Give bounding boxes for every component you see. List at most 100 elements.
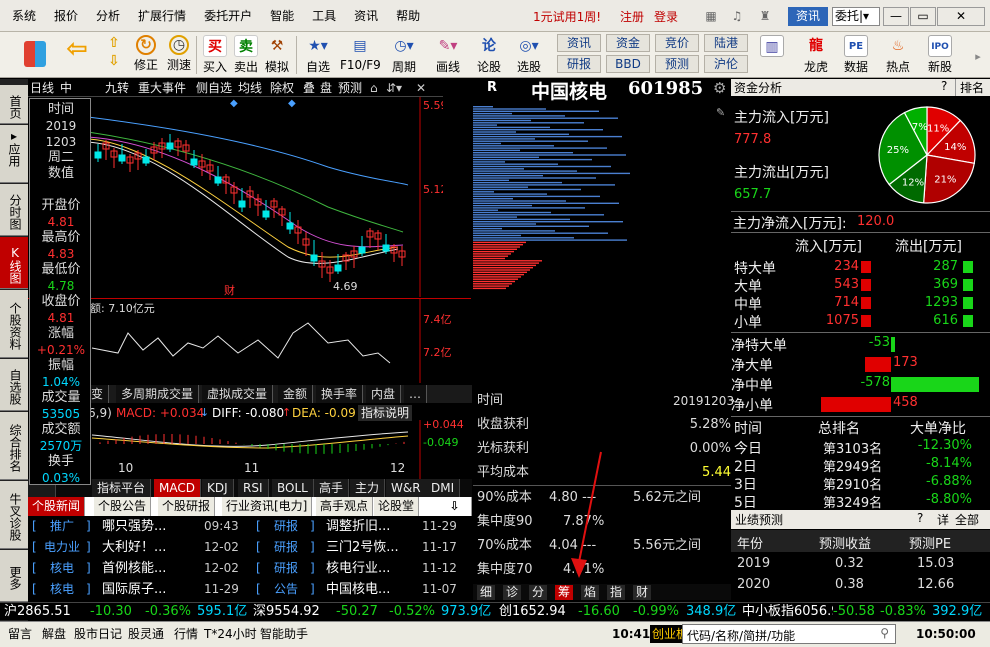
news-item[interactable]: [核电] 首例核能... 12-02 [28,558,248,579]
grid-icon[interactable]: ▦ [702,8,720,24]
data-button[interactable]: PE 数据 [838,32,874,78]
mode-medium-button[interactable]: 中 [60,80,72,96]
predict-button[interactable]: 预测 [338,80,362,96]
assistant-button[interactable]: 智能助手 [260,625,308,643]
chip-tab-diagnose[interactable]: 诊 [503,585,522,600]
vol-tab-virtual[interactable]: 虚拟成交量 [202,385,274,403]
layout-button[interactable] [18,32,52,78]
chip-tab-chips[interactable]: 筹 [555,585,574,600]
news-item[interactable]: [研报] 调整折旧... 11-29 [252,516,472,537]
download-icon[interactable]: ⇩ [438,497,472,516]
simulate-button[interactable]: ⚒ 模拟 [262,32,292,78]
tab-stock-info[interactable]: 个股资料 [0,290,28,358]
chip-tab-index[interactable]: 指 [607,585,626,600]
analysis-button[interactable]: 解盘 [42,625,66,643]
diary-button[interactable]: 股市日记 [74,625,122,643]
draw-button[interactable]: ✎▾ 画线 [428,32,468,78]
indicator-tab-kdj[interactable]: KDJ [202,479,234,497]
watchlist-button[interactable]: ★▾ 自选 [298,32,338,78]
arrows-icon[interactable]: ⇵▾ [386,80,402,96]
news-item[interactable]: [研报] 核电行业... 11-12 [252,558,472,579]
research-small-button[interactable]: 研报 [557,55,601,73]
news-item[interactable]: [电力业] 大利好！... 12-02 [28,537,248,558]
period-day-button[interactable]: 日线 [30,80,54,96]
discuss-button[interactable]: 论论股 [472,32,506,78]
cy-index[interactable]: 创1652.94 [499,604,566,620]
indicator-tab-wr[interactable]: W&R [386,479,427,497]
forecast-detail-button[interactable]: 详 [937,511,949,528]
bbd-small-button[interactable]: BBD [606,55,650,73]
dragon-tiger-button[interactable]: 龍龙虎 [798,32,834,78]
hk-connect-small-button[interactable]: 陆港 [704,34,748,52]
cross-icon[interactable]: ✕ [416,80,426,96]
menu-news[interactable]: 资讯 [354,0,378,32]
menu-ext-quote[interactable]: 扩展行情 [138,0,186,32]
chip-tab-split[interactable]: 分 [529,585,548,600]
indicator-tab-expert[interactable]: 高手 [314,479,350,497]
chip-tab-flame[interactable]: 焰 [581,585,600,600]
forecast-small-button[interactable]: 预测 [655,55,699,73]
shirt-icon[interactable]: ♜ [756,8,774,24]
menu-tools[interactable]: 工具 [312,0,336,32]
tab-intraday[interactable]: 分时图 [0,184,28,236]
trade-dropdown[interactable]: 委托|▾ [832,7,880,26]
news-item[interactable]: [推广] 哪只强势... 09:43 [28,516,248,537]
volume-chart[interactable]: 额: 7.10亿元 7.4亿 7.2亿 [28,298,471,383]
overlay-button[interactable]: 叠 [303,80,315,96]
ipo-button[interactable]: IPO 新股 [922,32,958,78]
search-icon[interactable]: ⚲ [880,626,889,640]
vol-tab-multi-period[interactable]: 多周期成交量 [116,385,200,403]
bell-icon[interactable]: ♫ [728,8,746,24]
ma-button[interactable]: 均线 [238,80,262,96]
sh-index[interactable]: 沪2865.51 [4,604,71,620]
minimize-button[interactable]: — [883,7,909,26]
gear-icon[interactable]: ⚙ [713,79,726,97]
zx-index[interactable]: 中小板指6056.9 [742,604,833,620]
f10-button[interactable]: ▤ F10/F9 [340,32,381,78]
news-tab-stock-news[interactable]: 个股新闻 [28,497,86,516]
tab-diagnosis[interactable]: 牛叉诊股 [0,481,28,549]
chart-tool-button[interactable]: ▥ [756,32,788,78]
t24-button[interactable]: T*24小时 [204,625,257,643]
help-icon[interactable]: ? [941,79,947,93]
sz-index[interactable]: 深9554.92 [253,604,320,620]
plate-button[interactable]: 盘 [320,80,332,96]
tab-home[interactable]: 首页 [0,85,28,124]
indicator-tab-boll[interactable]: BOLL [272,479,314,497]
shanghai-london-small-button[interactable]: 沪伦 [704,55,748,73]
stock-picker-button[interactable]: ◎▾ 选股 [508,32,550,78]
vol-tab-turnover[interactable]: 换手率 [316,385,364,403]
vol-tab-amount[interactable]: 金额 [278,385,314,403]
chip-tab-finance[interactable]: 财 [633,585,652,600]
delete-watchlist-button[interactable]: 侧自选 [196,80,232,96]
indicator-tab-rsi[interactable]: RSI [238,479,269,497]
ex-rights-button[interactable]: 除权 [270,80,294,96]
rank-button[interactable]: 排名 [955,79,984,96]
register-link[interactable]: 注册 [620,8,644,25]
speedtest-button[interactable]: ◷ 测速 [162,32,196,78]
news-item[interactable]: [核电] 国际原子... 11-29 [28,579,248,600]
menu-quote[interactable]: 报价 [54,0,78,32]
chip-tab-detail[interactable]: 细 [477,585,496,600]
tab-apps[interactable]: ▸ 应用 [0,125,28,183]
toolbar-more-button[interactable]: ▸ [966,32,988,78]
menu-smart[interactable]: 智能 [270,0,294,32]
vol-tab-inner[interactable]: 内盘 [366,385,402,403]
vol-tab-more[interactable]: … [404,385,427,403]
news-tab-industry[interactable]: 行业资讯[电力] [222,497,313,516]
news-tab-announcements[interactable]: 个股公告 [94,497,152,516]
fix-button[interactable]: ↻ 修正 [128,32,164,78]
news-tab-forum[interactable]: 论股堂 [374,497,420,516]
close-button[interactable]: ✕ [937,7,985,26]
news-item[interactable]: [公告] 中国核电... 11-07 [252,579,472,600]
news-item[interactable]: [研报] 三门2号恢... 11-17 [252,537,472,558]
news-button[interactable]: 资讯 [788,7,828,26]
menu-trade-account[interactable]: 委托开户 [204,0,252,32]
hotspot-button[interactable]: ♨ 热点 [880,32,916,78]
trial-ad-link[interactable]: 1元试用1周! [533,8,601,25]
tab-kline[interactable]: K线图 [0,237,28,289]
news-tab-experts[interactable]: 高手观点 [316,497,374,516]
sell-button[interactable]: 卖卖出 [231,32,261,78]
capital-small-button[interactable]: 资金 [606,34,650,52]
forecast-help-icon[interactable]: ? [917,511,923,525]
